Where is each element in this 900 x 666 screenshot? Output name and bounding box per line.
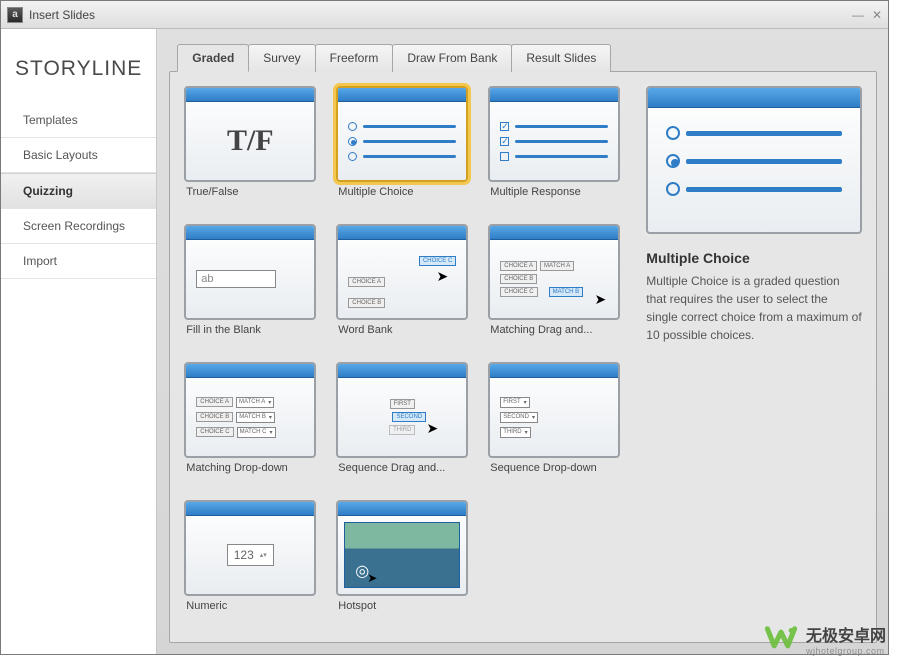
sidebar-item-screen-recordings[interactable]: Screen Recordings [1,209,156,244]
cursor-icon: ➤ [595,291,607,308]
logo: STORYLINE [1,41,156,103]
sidebar-item-templates[interactable]: Templates [1,103,156,138]
thumb-sequence-dropdown: FIRST SECOND THIRD [488,362,620,458]
card-true-false[interactable]: T/F True/False [184,86,324,214]
main: Graded Survey Freeform Draw From Bank Re… [157,29,889,654]
window-title: Insert Slides [29,8,95,22]
cursor-icon: ➤ [367,571,377,585]
thumb-numeric: 123 [184,500,316,596]
preview-thumb [646,86,862,234]
cursor-icon: ➤ [427,420,439,437]
watermark-text-en: wjhotelgroup.com [806,646,886,656]
thumb-word-bank: CHOICE C CHOICE A CHOICE B ➤ [336,224,468,320]
thumb-fill-in-the-blank: ab [184,224,316,320]
watermark-icon [764,622,798,656]
thumb-matching-drag: CHOICE AMATCH A CHOICE B CHOICE CMATCH B… [488,224,620,320]
tab-freeform[interactable]: Freeform [315,44,394,72]
thumb-sequence-drag: FIRST SECOND THIRD ➤ [336,362,468,458]
panel: T/F True/False Multiple Choice [169,71,877,643]
tab-draw-from-bank[interactable]: Draw From Bank [392,44,512,72]
thumb-matching-dropdown: CHOICE AMATCH A CHOICE BMATCH B CHOICE C… [184,362,316,458]
thumb-multiple-choice [336,86,468,182]
card-multiple-response[interactable]: Multiple Response [488,86,628,214]
card-word-bank[interactable]: CHOICE C CHOICE A CHOICE B ➤ Word Bank [336,224,476,352]
sidebar-item-quizzing[interactable]: Quizzing [1,173,156,209]
card-grid: T/F True/False Multiple Choice [184,86,628,628]
watermark-text-cn: 无极安卓网 [806,622,886,646]
tab-survey[interactable]: Survey [248,44,315,72]
card-hotspot[interactable]: ➤ Hotspot [336,500,476,628]
card-numeric[interactable]: 123 Numeric [184,500,324,628]
card-sequence-drop-down[interactable]: FIRST SECOND THIRD Sequence Drop-down [488,362,628,490]
thumb-multiple-response [488,86,620,182]
card-matching-drop-down[interactable]: CHOICE AMATCH A CHOICE BMATCH B CHOICE C… [184,362,324,490]
titlebar: a Insert Slides — ✕ [1,1,888,29]
tab-result-slides[interactable]: Result Slides [511,44,611,72]
card-multiple-choice[interactable]: Multiple Choice [336,86,476,214]
preview-title: Multiple Choice [646,250,862,266]
thumb-hotspot: ➤ [336,500,468,596]
sidebar-item-import[interactable]: Import [1,244,156,279]
watermark: 无极安卓网 wjhotelgroup.com [764,622,886,656]
card-sequence-drag-and-drop[interactable]: FIRST SECOND THIRD ➤ Sequence Drag and..… [336,362,476,490]
close-button[interactable]: ✕ [872,8,882,22]
insert-slides-window: a Insert Slides — ✕ STORYLINE Templates … [0,0,889,655]
tabs: Graded Survey Freeform Draw From Bank Re… [177,43,877,71]
preview-pane: Multiple Choice Multiple Choice is a gra… [646,86,862,628]
preview-description: Multiple Choice is a graded question tha… [646,272,862,344]
sidebar: STORYLINE Templates Basic Layouts Quizzi… [1,29,157,654]
content: STORYLINE Templates Basic Layouts Quizzi… [1,29,888,654]
app-icon: a [7,7,23,23]
minimize-button[interactable]: — [852,8,864,22]
tab-graded[interactable]: Graded [177,44,249,72]
cursor-icon: ➤ [437,268,449,285]
card-matching-drag-and-drop[interactable]: CHOICE AMATCH A CHOICE B CHOICE CMATCH B… [488,224,628,352]
card-fill-in-the-blank[interactable]: ab Fill in the Blank [184,224,324,352]
thumb-true-false: T/F [184,86,316,182]
sidebar-item-basic-layouts[interactable]: Basic Layouts [1,138,156,173]
